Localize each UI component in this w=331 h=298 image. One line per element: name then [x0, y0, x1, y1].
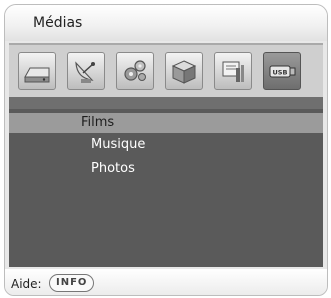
title-bar: Médias [5, 5, 327, 41]
menu-item-films[interactable]: Films [9, 113, 323, 133]
window-title: Médias [33, 15, 83, 31]
usb-icon[interactable]: USB [263, 52, 301, 90]
media-window: Médias USB Films Musique Photos Aide: IN… [4, 4, 328, 296]
menu-item-musique[interactable]: Musique [9, 135, 323, 155]
info-button[interactable]: INFO [49, 274, 95, 292]
usb-label: USB [273, 69, 288, 77]
menu-item-label: Films [81, 115, 115, 130]
drive-icon[interactable] [18, 52, 56, 90]
media-menu: Films Musique Photos [9, 97, 323, 267]
settings-gears-icon[interactable] [116, 52, 154, 90]
menu-item-photos[interactable]: Photos [9, 159, 323, 179]
menu-header-band [9, 97, 323, 109]
package-icon[interactable] [165, 52, 203, 90]
help-label: Aide: [11, 277, 42, 291]
menu-item-label: Musique [91, 137, 146, 152]
satellite-icon[interactable] [67, 52, 105, 90]
help-footer: Aide: INFO [5, 269, 327, 295]
tools-icon[interactable] [214, 52, 252, 90]
category-icon-bar: USB [9, 43, 323, 99]
menu-item-label: Photos [91, 161, 135, 176]
